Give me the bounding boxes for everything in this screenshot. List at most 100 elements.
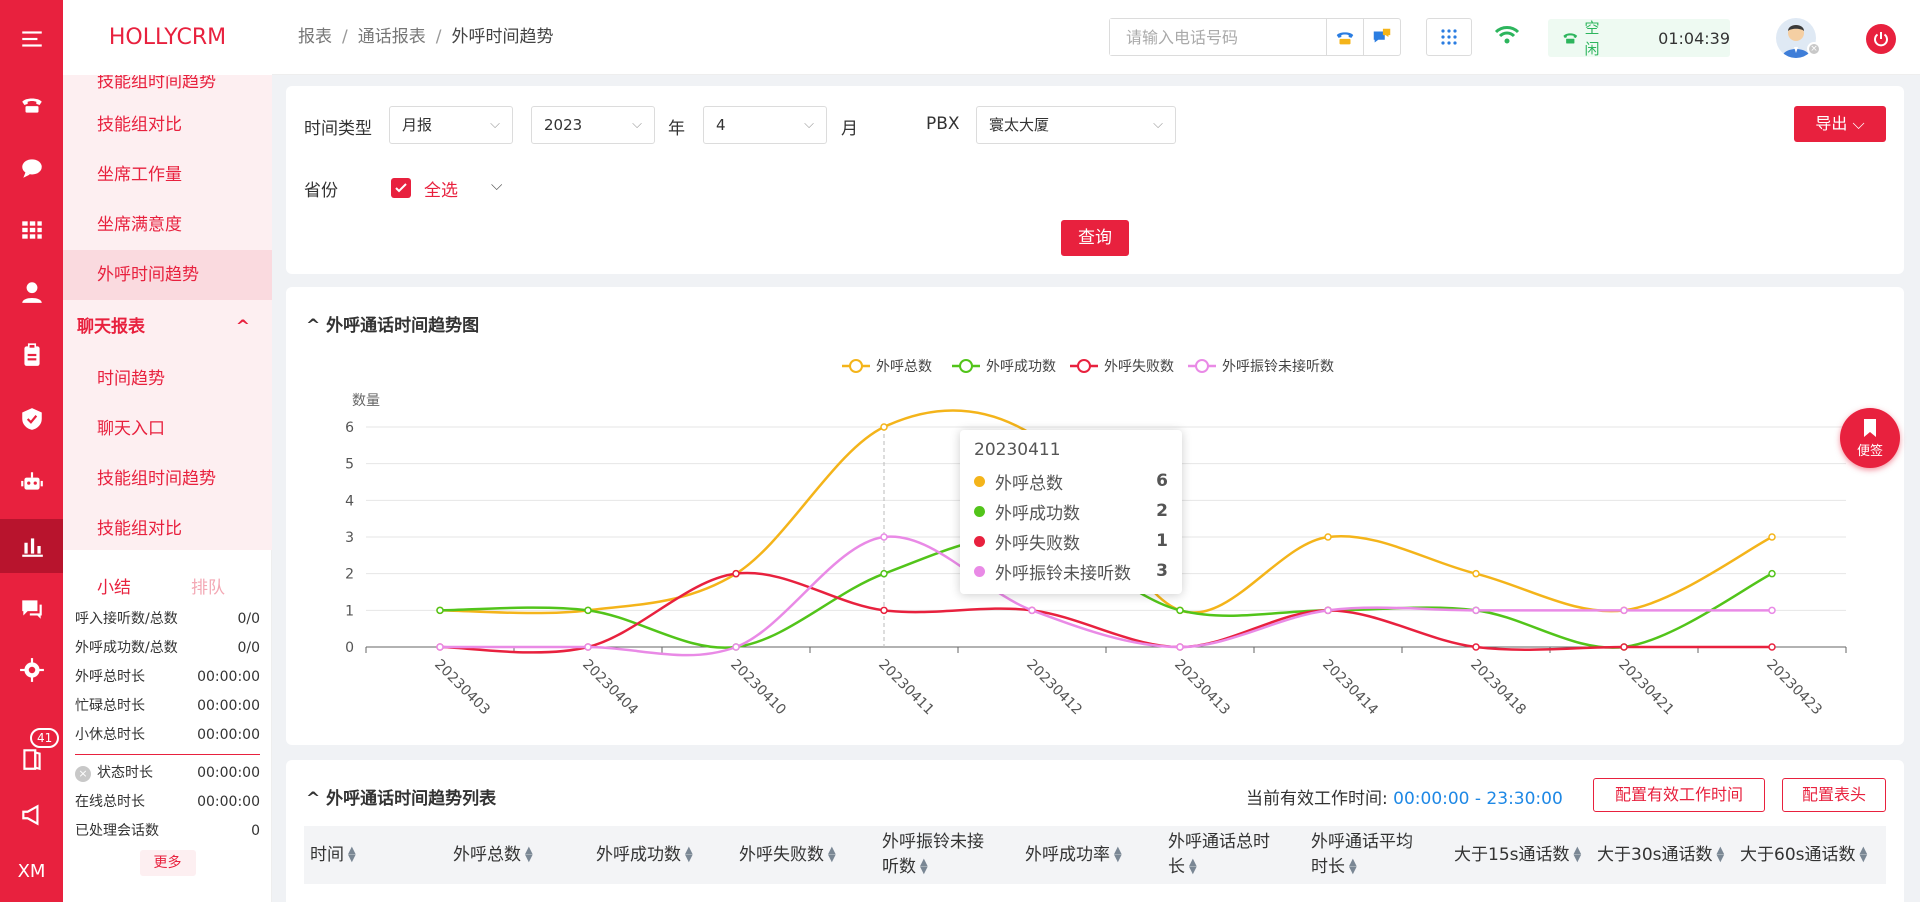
column-header[interactable]: 时间 ▲ ▼ xyxy=(304,826,447,884)
report-chart-icon[interactable] xyxy=(0,519,63,573)
status-phone-icon xyxy=(1563,33,1578,44)
message-button[interactable] xyxy=(1363,19,1400,55)
divider xyxy=(75,754,260,755)
status-timer: 01:04:39 xyxy=(1658,28,1730,48)
year-select[interactable]: 2023 ⌵ xyxy=(531,106,655,144)
messages-icon[interactable] xyxy=(0,584,63,634)
shield-icon[interactable] xyxy=(0,394,63,444)
menu-group-chat-report[interactable]: 聊天报表 ^ xyxy=(63,300,272,354)
clear-icon[interactable]: × xyxy=(75,765,91,782)
column-header[interactable]: 大于30s通话数 ▲ ▼ xyxy=(1591,826,1734,884)
time-type-select[interactable]: 月报 ⌵ xyxy=(389,106,513,144)
legend-marker xyxy=(1195,359,1209,373)
export-button[interactable]: 导出 ⌵ xyxy=(1794,106,1886,142)
menu-item-skill-group-compare[interactable]: 技能组对比 xyxy=(63,100,272,150)
tab-queue[interactable]: 排队 xyxy=(191,573,225,598)
sub-sidebar: 技能组时间趋势 技能组对比 坐席工作量 坐席满意度 外呼时间趋势 聊天报表 ^ … xyxy=(63,0,272,902)
menu-item-agent-workload[interactable]: 坐席工作量 xyxy=(63,150,272,200)
table-panel: ^ 外呼通话时间趋势列表 当前有效工作时间: 00:00:00 - 23:30:… xyxy=(286,760,1904,902)
data-point xyxy=(1324,533,1332,541)
config-work-time-button[interactable]: 配置有效工作时间 xyxy=(1593,778,1765,812)
tooltip-title: 20230411 xyxy=(974,440,1061,460)
month-unit: 月 xyxy=(841,119,858,139)
gear-icon[interactable] xyxy=(0,645,63,695)
y-tick-label: 2 xyxy=(345,567,354,583)
column-header[interactable]: 外呼成功率 ▲ ▼ xyxy=(1019,826,1162,884)
phone-icon[interactable] xyxy=(0,80,63,130)
menu-item-chat-skill-trend[interactable]: 技能组时间趋势 xyxy=(63,454,272,504)
data-point xyxy=(1324,606,1332,615)
stat-row: 外呼成功数/总数 0/0 xyxy=(75,640,260,656)
menu-item-time-trend[interactable]: 时间趋势 xyxy=(63,354,272,404)
table-section-title[interactable]: ^ 外呼通话时间趋势列表 xyxy=(306,784,496,809)
sort-icon: ▲ ▼ xyxy=(1189,857,1197,876)
book-icon[interactable]: 41 xyxy=(0,728,63,784)
robot-icon[interactable] xyxy=(0,457,63,507)
pbx-select[interactable]: 寰太大厦 ⌵ xyxy=(976,106,1176,144)
data-point xyxy=(1028,606,1036,615)
legend-dot xyxy=(974,505,985,517)
y-tick-label: 5 xyxy=(345,457,354,473)
x-tick-label: 20230414 xyxy=(1319,657,1381,719)
menu-item-chat-skill-compare[interactable]: 技能组对比 xyxy=(63,504,272,550)
column-header[interactable]: 外呼总数 ▲ ▼ xyxy=(447,826,590,884)
bookmark-icon xyxy=(1864,419,1876,437)
power-button[interactable] xyxy=(1866,24,1896,54)
user-icon[interactable] xyxy=(0,267,63,317)
sort-icon: ▲ ▼ xyxy=(1859,844,1868,864)
breadcrumb-call-reports[interactable]: 通话报表 xyxy=(358,27,426,47)
data-point xyxy=(1176,606,1184,615)
column-header[interactable]: 外呼成功数 ▲ ▼ xyxy=(590,826,733,884)
tooltip-row: 外呼总数 6 xyxy=(974,466,1168,496)
data-point xyxy=(1620,606,1628,615)
megaphone-icon[interactable] xyxy=(0,790,63,840)
column-header[interactable]: 大于15s通话数 ▲ ▼ xyxy=(1448,826,1591,884)
breadcrumb-reports[interactable]: 报表 xyxy=(298,27,332,47)
data-point xyxy=(1472,643,1480,651)
menu-item-outbound-trend[interactable]: 外呼时间趋势 xyxy=(63,250,272,300)
user-initials[interactable]: XM xyxy=(0,846,63,896)
legend-marker xyxy=(849,359,863,373)
data-point xyxy=(732,643,740,651)
apps-grid-button[interactable] xyxy=(1426,18,1472,56)
stat-row: 忙碌总时长 00:00:00 xyxy=(75,698,260,714)
chevron-down-icon: ⌵ xyxy=(490,117,500,132)
avatar-status-icon: × xyxy=(1807,42,1821,56)
chat-icon[interactable] xyxy=(0,143,63,193)
column-header[interactable]: 外呼失败数 ▲ ▼ xyxy=(733,826,876,884)
menu-item-chat-entry[interactable]: 聊天入口 xyxy=(63,404,272,454)
menu-icon[interactable] xyxy=(0,14,63,64)
stats-panel: 小结 排队 呼入接听数/总数 0/0 外呼成功数/总数 0/0 外呼总时长 00:00… xyxy=(63,565,272,876)
column-header[interactable]: 外呼振铃未接 听数 ▲ ▼ xyxy=(876,826,1019,884)
phone-search-input[interactable] xyxy=(1110,19,1326,55)
dial-button[interactable] xyxy=(1326,19,1363,55)
filter-panel: 时间类型 月报 ⌵ 2023 ⌵ 年 4 ⌵ 月 PBX 寰太大厦 ⌵ 导出 ⌵ 省份 … xyxy=(286,86,1904,274)
legend-marker xyxy=(959,359,973,373)
sort-icon: ▲ ▼ xyxy=(1716,844,1725,864)
x-tick-label: 20230403 xyxy=(431,657,493,719)
query-button[interactable]: 查询 xyxy=(1061,220,1129,256)
stat-row: × 状态时长 00:00:00 xyxy=(63,759,272,788)
tab-summary[interactable]: 小结 xyxy=(97,573,131,598)
menu-item-agent-satisfaction[interactable]: 坐席满意度 xyxy=(63,200,272,250)
table-icon[interactable] xyxy=(0,205,63,255)
pbx-label: PBX xyxy=(926,114,960,134)
clipboard-icon[interactable] xyxy=(0,330,63,380)
agent-status[interactable]: 空闲 01:04:39 xyxy=(1548,19,1730,58)
column-header[interactable]: 外呼通话总时长 ▲ ▼ xyxy=(1162,826,1305,884)
month-select[interactable]: 4 ⌵ xyxy=(703,106,827,144)
sort-icon: ▲ ▼ xyxy=(920,857,928,876)
sticky-note-button[interactable]: 便签 xyxy=(1840,408,1900,468)
x-tick-label: 20230412 xyxy=(1023,657,1085,719)
config-header-button[interactable]: 配置表头 xyxy=(1782,778,1886,812)
column-header[interactable]: 大于60s通话数 ▲ ▼ xyxy=(1734,826,1886,884)
column-header[interactable]: 外呼通话平均 时长 ▲ ▼ xyxy=(1305,826,1448,884)
power-icon xyxy=(1874,32,1888,47)
select-all-checkbox[interactable] xyxy=(391,178,411,198)
province-chevron-down-icon[interactable]: ⌵ xyxy=(491,176,502,194)
select-all-label[interactable]: 全选 xyxy=(424,176,458,201)
sort-icon: ▲ ▼ xyxy=(1573,844,1582,864)
data-point xyxy=(1620,643,1628,651)
more-button[interactable]: 更多 xyxy=(139,850,196,876)
data-point xyxy=(880,569,888,578)
